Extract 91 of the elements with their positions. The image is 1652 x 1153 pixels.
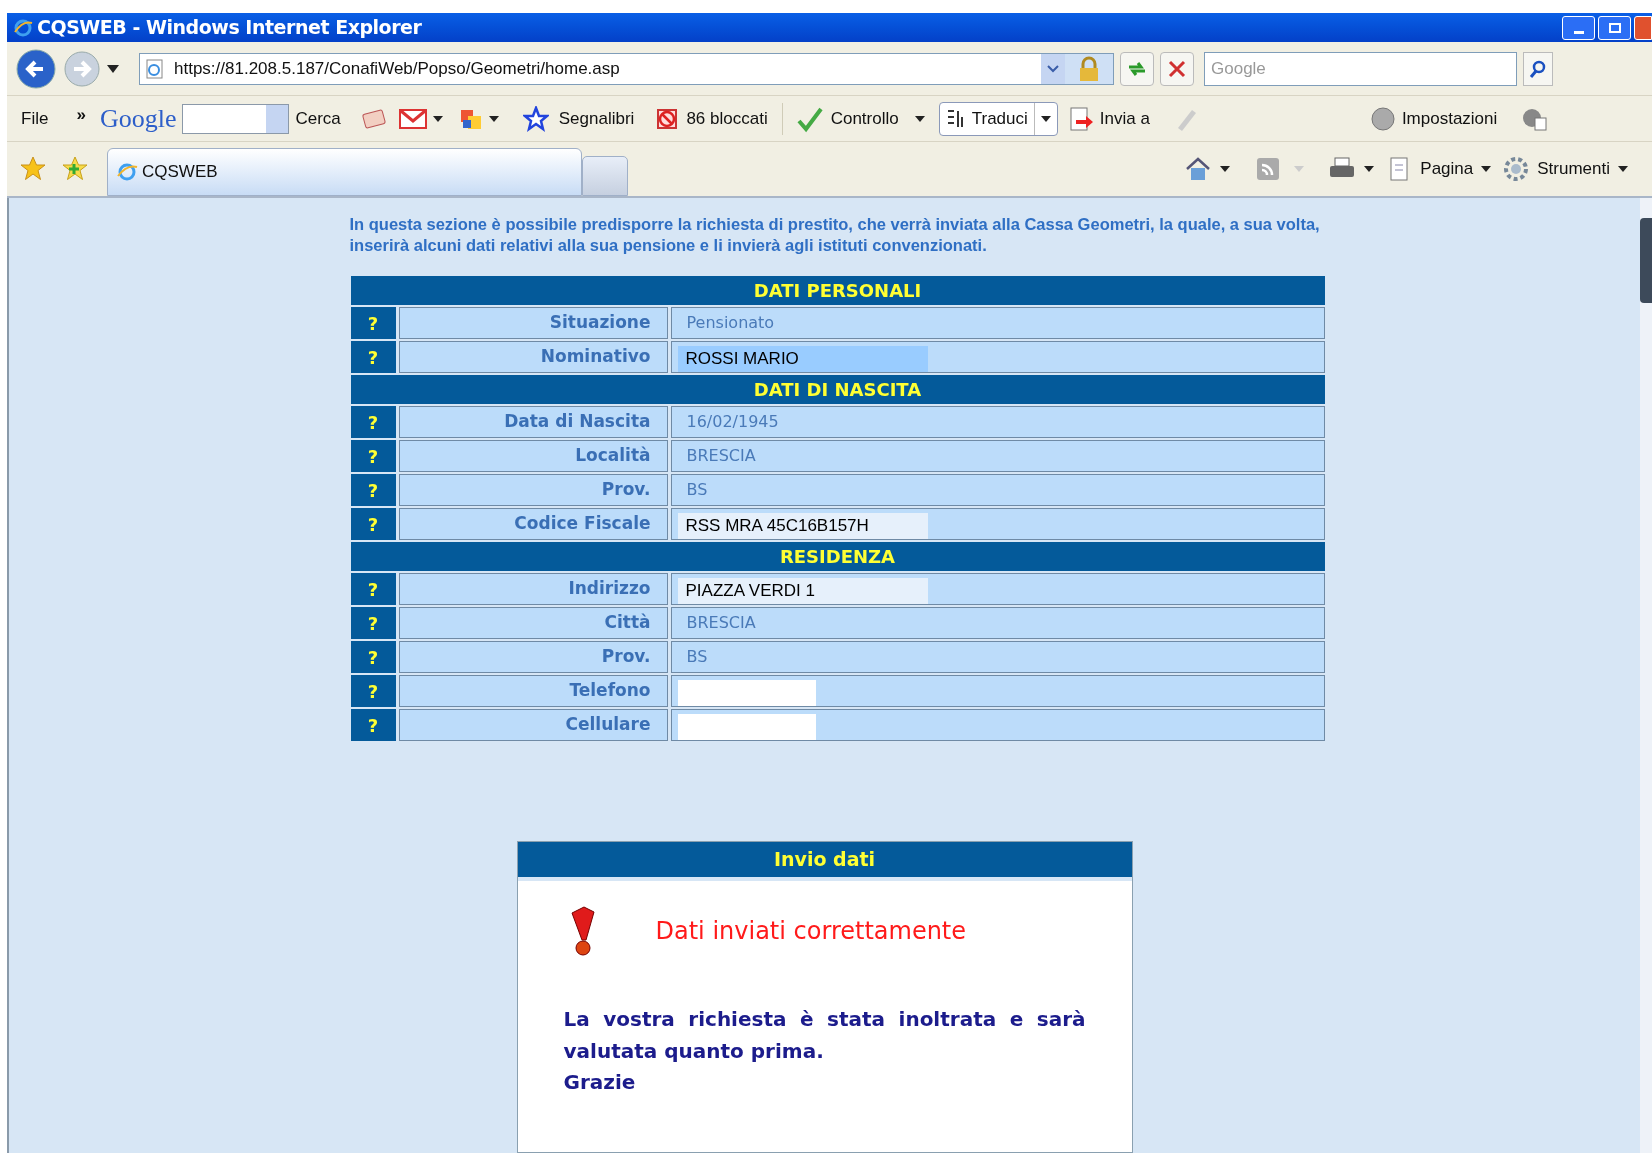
page-menu[interactable]: Pagina (1420, 156, 1474, 182)
input-field[interactable] (677, 680, 816, 706)
overflow-button[interactable]: » (76, 102, 86, 128)
field-value: Pensionato (670, 307, 1325, 339)
dropdown-icon[interactable] (432, 115, 443, 122)
dropdown-icon[interactable] (1618, 166, 1628, 172)
section-header: DATI DI NASCITA (350, 375, 1325, 404)
tools-menu[interactable]: Strumenti (1537, 156, 1610, 182)
browser-logo-icon (13, 17, 33, 38)
field-label: Prov. (398, 474, 668, 506)
send-to-menu[interactable]: Invia a (1099, 105, 1150, 132)
address-field[interactable]: https://81.208.5.187/ConafiWeb/Popso/Geometri/home.asp (139, 52, 1114, 85)
field-label: Situazione (398, 307, 668, 339)
help-button[interactable]: ? (350, 508, 396, 540)
field-label: Indirizzo (398, 573, 668, 605)
gear-icon[interactable] (1503, 156, 1530, 182)
browser-tab[interactable]: CQSWEB (107, 148, 582, 196)
google-logo: Google (99, 103, 177, 135)
field-label: Codice Fiscale (398, 508, 668, 540)
success-message: Dati inviati correttamente (655, 916, 967, 947)
dropdown-icon[interactable] (107, 64, 119, 73)
help-button[interactable]: ? (350, 607, 396, 639)
confirmation-text: La vostra richiesta è stata inoltrata e sarà valutata quanto prima. (563, 1006, 1086, 1065)
close-button[interactable] (1634, 15, 1652, 40)
field-label: Nominativo (398, 341, 668, 373)
help-button[interactable]: ? (350, 709, 396, 741)
thanks-text: Grazie (563, 1069, 637, 1096)
field-value: BS (670, 474, 1325, 506)
search-box[interactable] (182, 103, 290, 134)
back-button[interactable] (15, 47, 57, 90)
dropdown-button[interactable] (1041, 53, 1065, 84)
section-header: RESIDENZA (350, 542, 1325, 571)
search-button[interactable] (1523, 51, 1553, 86)
exclamation-icon (569, 905, 596, 957)
help-button[interactable]: ? (350, 573, 396, 605)
help-button[interactable]: ? (350, 307, 396, 339)
input-field[interactable] (677, 714, 816, 740)
page-icon (144, 57, 166, 80)
lock-button[interactable] (1065, 53, 1113, 84)
caret-icon (1047, 64, 1059, 73)
field-value: BRESCIA (670, 440, 1325, 472)
scrollbar[interactable] (1640, 198, 1652, 1153)
dropdown-icon[interactable] (1040, 115, 1051, 122)
settings-menu[interactable]: Impostazioni (1401, 105, 1498, 132)
dropdown-icon[interactable] (1364, 166, 1375, 172)
stop-button[interactable] (1160, 51, 1194, 86)
help-button[interactable]: ? (350, 641, 396, 673)
dropdown-icon[interactable] (1481, 166, 1492, 172)
window-title: CQSWEB - Windows Internet Explorer (37, 15, 422, 41)
add-favorite-icon[interactable] (61, 155, 89, 183)
search-field[interactable]: Google (1204, 51, 1517, 86)
star-icon[interactable] (522, 105, 549, 132)
mail-icon[interactable] (398, 107, 427, 130)
translate-button[interactable]: Traduci (938, 101, 1058, 136)
blocked-counter[interactable]: 86 bloccati (686, 105, 768, 132)
help-button[interactable]: ? (350, 406, 396, 438)
input-field[interactable]: RSS MRA 45C16B157H (677, 513, 928, 539)
intro-text: In questa sezione è possibile predisporre la richiesta di prestito, che verrà inviata alla Cassa Geometri, la quale, a sua volta, inserirà alcuni dati relativi alla sua pensione e li invierà agli istituti convenzionati. (349, 214, 1321, 256)
file-menu[interactable]: File (21, 105, 49, 132)
section-header: DATI PERSONALI (350, 276, 1325, 305)
field-label: Prov. (398, 641, 668, 673)
help-button[interactable]: ? (350, 474, 396, 506)
field-value: BS (670, 641, 1325, 673)
input-field[interactable]: PIAZZA VERDI 1 (677, 578, 928, 604)
help-button[interactable]: ? (350, 440, 396, 472)
field-value: 16/02/1945 (670, 406, 1325, 438)
restore-button[interactable] (1598, 15, 1631, 40)
help-button[interactable]: ? (350, 341, 396, 373)
favorites-star-icon[interactable] (19, 155, 47, 183)
panel-header: Invio dati (517, 842, 1132, 881)
bookmarks-menu[interactable]: Segnalibri (558, 105, 635, 132)
field-label: Cellulare (398, 709, 668, 741)
refresh-button[interactable] (1120, 51, 1154, 86)
field-value: BRESCIA (670, 607, 1325, 639)
minimize-button[interactable] (1562, 15, 1595, 40)
lock-icon (1078, 55, 1100, 82)
search-icon (1529, 59, 1547, 78)
input-field[interactable]: ROSSI MARIO (677, 346, 928, 372)
spellcheck-menu[interactable]: Controllo (830, 105, 899, 132)
dropdown-icon[interactable] (914, 115, 925, 122)
field-label: Città (398, 607, 668, 639)
send-icon[interactable] (1067, 105, 1094, 132)
stop-icon (1168, 59, 1186, 78)
search-button[interactable]: Cerca (295, 105, 341, 132)
field-label: Località (398, 440, 668, 472)
browser-logo-icon (116, 161, 138, 183)
dropdown-icon[interactable] (1220, 166, 1231, 172)
field-label: Telefono (398, 675, 668, 707)
field-label: Data di Nascita (398, 406, 668, 438)
dropdown-icon[interactable] (488, 115, 499, 122)
help-button[interactable]: ? (350, 675, 396, 707)
